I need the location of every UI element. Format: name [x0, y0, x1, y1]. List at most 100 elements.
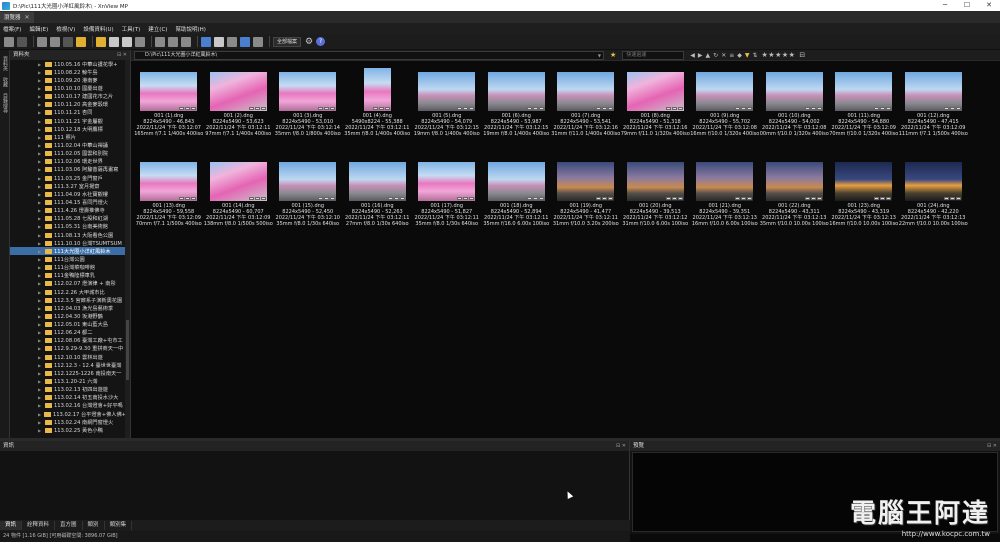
thumbnail-item[interactable]: 001 (20).dng 8224x5490 - 39,513 2022/11/24… — [621, 156, 691, 246]
thumbnail-item[interactable]: 001 (14).dng 8224x5490 - 60,707 2022/11/24… — [204, 156, 274, 246]
chevron-right-icon[interactable]: ▶ — [10, 151, 45, 156]
folder-tree-item[interactable]: ▶ 111.04.15 喜同門燈火 — [10, 198, 126, 206]
folder-tree-item[interactable]: ▶ 111金鴨陸標車乳 — [10, 272, 126, 280]
chevron-right-icon[interactable]: ▶ — [10, 265, 45, 270]
chevron-right-icon[interactable]: ▶ — [10, 184, 45, 189]
tab-category-sets[interactable]: 類別集 — [105, 521, 133, 530]
folder-tree-item[interactable]: ▶ 113.02.17 台平燈會+佛人佛+ — [10, 410, 126, 418]
filter-icon[interactable]: ▼ — [745, 52, 750, 59]
photo-thumbnail[interactable] — [487, 72, 545, 111]
chevron-right-icon[interactable]: ▶ — [10, 273, 45, 278]
folder-tree-item[interactable]: ▶ 110.10.10 國慶出遊 — [10, 84, 126, 92]
thumbnail-item[interactable]: 001 (24).dng 8224x5490 - 42,220 2022/11/24… — [899, 156, 969, 246]
scrollbar-thumb[interactable] — [126, 320, 129, 380]
sort-icon[interactable] — [181, 36, 191, 47]
folder-tree-item[interactable]: ▶ 111.03.06 阿釐菩薩再畫寫 — [10, 166, 126, 174]
chevron-right-icon[interactable]: ▶ — [10, 420, 45, 425]
chevron-right-icon[interactable]: ▶ — [10, 281, 45, 286]
photo-thumbnail[interactable] — [348, 162, 406, 201]
chevron-right-icon[interactable]: ▶ — [10, 110, 45, 115]
folder-tree-scrollbar[interactable] — [125, 60, 130, 438]
slideshow-icon[interactable] — [135, 36, 145, 47]
chevron-right-icon[interactable]: ▶ — [10, 363, 45, 368]
chevron-right-icon[interactable]: ▶ — [10, 159, 45, 164]
tab-categories[interactable]: 類別 — [83, 521, 105, 530]
chevron-right-icon[interactable]: ▶ — [10, 290, 45, 295]
folder-tree-item[interactable]: ▶ 111.05.28 七股和紅湖 — [10, 215, 126, 223]
chevron-right-icon[interactable]: ▶ — [10, 298, 45, 303]
folder-tree-item[interactable]: ▶ 112.9.29-9.30 重拼商天一中 — [10, 345, 126, 353]
photo-thumbnail[interactable] — [487, 162, 545, 201]
folder-tree-item[interactable]: ▶ 112.1225-1226 南投南天一 — [10, 369, 126, 377]
back-icon[interactable]: ◀ — [690, 52, 695, 59]
folder-tree-item[interactable]: ▶ 112.12.3 - 12.4 臺世世臺灣 — [10, 361, 126, 369]
chevron-right-icon[interactable]: ▶ — [10, 200, 45, 205]
thumbnail-item[interactable]: 001 (12).dng 8224x5490 - 47,415 2022/11/24… — [899, 66, 969, 156]
minimize-button[interactable]: ─ — [934, 0, 956, 11]
folder-tree-item[interactable]: ▶ 113.02.16 台灣燈會+好平嗎 — [10, 402, 126, 410]
chevron-right-icon[interactable]: ▶ — [10, 249, 45, 254]
photo-thumbnail[interactable] — [279, 162, 337, 201]
menu-view[interactable]: 檢視(V) — [56, 25, 75, 33]
folder-tree-item[interactable]: ▶ 110.11.21 宇金屬觀 — [10, 117, 126, 125]
chevron-right-icon[interactable]: ▶ — [10, 395, 45, 400]
thumbnail-item[interactable]: 001 (19).dng 8224x5490 - 41,477 2022/11/24… — [551, 156, 621, 246]
chevron-right-icon[interactable]: ▶ — [10, 216, 45, 221]
chevron-right-icon[interactable]: ▶ — [10, 338, 45, 343]
chevron-right-icon[interactable]: ▶ — [10, 94, 45, 99]
folder-tree-item[interactable]: ▶ 111 照片 — [10, 133, 126, 141]
thumbnail-item[interactable]: 001 (22).dng 8224x5490 - 43,311 2022/11/24… — [760, 156, 830, 246]
menu-file[interactable]: 檔案(F) — [3, 25, 21, 33]
folder-tree[interactable]: ▶ 110.05.16 中華山護花學+ ▶ 110.08.22 鯨牛島 ▶ 110.09.… — [10, 60, 126, 438]
chevron-right-icon[interactable]: ▶ — [10, 86, 45, 91]
thumbnail-item[interactable]: 001 (13).dng 8224x5490 - 59,558 2022/11/24… — [134, 156, 204, 246]
move-icon[interactable] — [50, 36, 60, 47]
chevron-right-icon[interactable]: ▶ — [10, 355, 45, 360]
photo-thumbnail[interactable] — [696, 72, 754, 111]
photo-thumbnail[interactable] — [835, 72, 893, 111]
folder-tree-item[interactable]: ▶ 111.04.09 水社寶觀樓 — [10, 190, 126, 198]
thumbnail-item[interactable]: 001 (18).dng 8224x5490 - 52,894 2022/11/24… — [482, 156, 552, 246]
chevron-right-icon[interactable]: ▶ — [10, 127, 45, 132]
list-icon[interactable]: ≡ — [729, 52, 734, 59]
tab-histogram[interactable]: 直方圖 — [55, 521, 83, 530]
view-mode-icon[interactable] — [155, 36, 165, 47]
folder-tree-item[interactable]: ▶ 111.3.27 室月揚齋 — [10, 182, 126, 190]
up-icon[interactable]: ▲ — [706, 52, 711, 59]
thumbnail-item[interactable]: 001 (1).dng 8224x5490 - 46,843 2022/11/24 … — [134, 66, 204, 156]
chevron-right-icon[interactable]: ▶ — [10, 233, 45, 238]
chevron-right-icon[interactable]: ▶ — [10, 208, 45, 213]
chevron-right-icon[interactable]: ▶ — [10, 306, 45, 311]
rotate-right-icon[interactable] — [122, 36, 132, 47]
chevron-right-icon[interactable]: ▶ — [10, 241, 45, 246]
thumbnail-item[interactable]: 001 (9).dng 8224x5490 - 55,702 2022/11/24 … — [690, 66, 760, 156]
thumbnail-item[interactable]: 001 (4).dng 5490x8224 - 55,388 2022/11/24 … — [343, 66, 413, 156]
photo-thumbnail[interactable] — [279, 72, 337, 111]
chevron-right-icon[interactable]: ▶ — [10, 224, 45, 229]
chevron-right-icon[interactable]: ▶ — [10, 167, 45, 172]
vtab-folders[interactable]: 資料夾 — [2, 56, 9, 71]
map-icon[interactable] — [201, 36, 211, 47]
folder-tree-item[interactable]: ▶ 111.10.10 台灣TSUMTSUM — [10, 239, 126, 247]
tab-info[interactable]: 資訊 — [0, 521, 23, 530]
favorite-star-icon[interactable]: ★ — [610, 51, 616, 59]
close-tab-icon[interactable]: ✕ — [25, 14, 30, 21]
chevron-right-icon[interactable]: ▶ — [10, 62, 45, 67]
photo-thumbnail[interactable] — [557, 72, 615, 111]
panel-buttons[interactable]: ⊟ ✕ — [987, 441, 997, 451]
tag-icon[interactable]: ◆ — [737, 52, 742, 59]
chevron-right-icon[interactable]: ▶ — [10, 346, 45, 351]
clear-icon[interactable]: ✕ — [721, 52, 726, 59]
folder-tree-item[interactable]: ▶ 110.10.17 建國花市之片 — [10, 93, 126, 101]
chevron-right-icon[interactable]: ▶ — [10, 387, 45, 392]
chevron-right-icon[interactable]: ▶ — [10, 379, 45, 384]
open-icon[interactable] — [17, 36, 27, 47]
chevron-right-icon[interactable]: ▶ — [10, 322, 45, 327]
tab-browser[interactable]: 瀏覽器 ✕ — [0, 11, 34, 23]
photo-thumbnail[interactable] — [209, 162, 267, 201]
maximize-button[interactable]: ☐ — [956, 0, 978, 11]
thumbnail-item[interactable]: 001 (23).dng 8224x5490 - 43,319 2022/11/24… — [829, 156, 899, 246]
photo-thumbnail[interactable] — [557, 162, 615, 201]
photo-thumbnail[interactable] — [140, 162, 198, 201]
menu-help[interactable]: 幫助說明(H) — [175, 25, 205, 33]
